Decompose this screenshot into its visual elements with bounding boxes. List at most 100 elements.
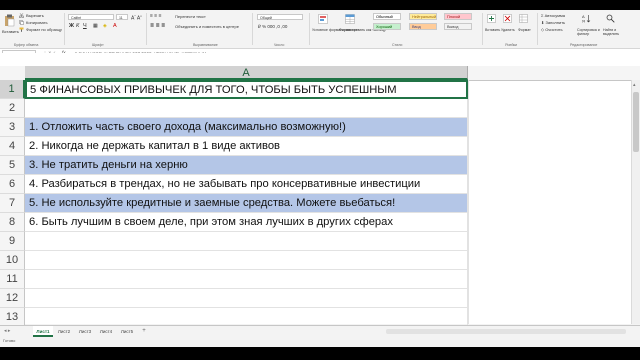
tab-sheet-3[interactable]: Лист3 (75, 326, 95, 337)
delete-cells-icon[interactable] (503, 14, 512, 23)
style-input[interactable]: Ввод (409, 23, 437, 30)
row-header[interactable]: 3 (0, 118, 25, 137)
table-cell[interactable] (25, 99, 468, 118)
borders-icon[interactable]: ▦ (93, 24, 98, 29)
row-header[interactable]: 1 (0, 80, 25, 99)
autosum-label: Автосумма (544, 13, 565, 18)
row-header[interactable]: 11 (0, 270, 25, 289)
row-header[interactable]: 7 (0, 194, 25, 213)
bold-icon[interactable]: Ж (69, 23, 74, 29)
format-painter-button[interactable]: Формат по образцу (26, 27, 62, 32)
table-cell[interactable]: 2. Никогда не держать капитал в 1 виде а… (25, 137, 468, 156)
sort-filter-icon[interactable]: AЯ (582, 14, 591, 23)
group-separator (64, 13, 65, 45)
format-as-table-icon[interactable] (345, 14, 355, 24)
font-name-combo[interactable]: Calibri (68, 14, 114, 20)
format-cells-icon[interactable] (519, 14, 528, 23)
fill-label: Заполнить (545, 20, 566, 25)
table-cell[interactable]: 1. Отложить часть своего дохода (максима… (25, 118, 468, 137)
number-format-combo[interactable]: Общий (257, 14, 303, 20)
vertical-scroll-thumb[interactable] (633, 92, 639, 152)
group-styles-label: Стили (392, 43, 403, 47)
group-editing-label: Редактирование (570, 43, 598, 47)
sort-filter-button[interactable]: Сортировка и фильтр (577, 28, 601, 36)
number-format-icons[interactable]: ₽ % 000 ,0 ,00 (258, 24, 287, 29)
ribbon: Вставить Вырезать Копировать Формат по о… (0, 10, 640, 49)
font-color-icon[interactable]: A (113, 23, 117, 29)
align-top-icon[interactable]: ≡ ≡ ≡ (150, 14, 162, 19)
align-left-icon[interactable]: ≣ ≣ ≣ (150, 24, 165, 29)
style-good[interactable]: Хороший (373, 23, 401, 30)
conditional-format-icon[interactable] (318, 14, 328, 24)
italic-icon[interactable]: К (76, 23, 79, 29)
tab-sheet-2[interactable]: Лист2 (54, 326, 74, 337)
format-cells-button[interactable]: Формат (518, 28, 531, 33)
group-cells-label: Ячейки (505, 43, 518, 47)
fill-color-icon[interactable]: ◈ (103, 24, 107, 29)
style-neutral[interactable]: Нейтральный (409, 13, 437, 20)
copy-icon[interactable] (19, 20, 24, 25)
row-header[interactable]: 12 (0, 289, 25, 308)
style-output[interactable]: Вывод (444, 23, 472, 30)
column-divider (468, 80, 469, 324)
style-normal[interactable]: Обычный (373, 13, 401, 20)
tab-sheet-5[interactable]: Лист5 (117, 326, 137, 337)
group-separator (482, 13, 483, 45)
table-cell[interactable] (25, 289, 468, 308)
table-cell[interactable] (25, 270, 468, 289)
format-painter-icon[interactable] (19, 27, 24, 32)
fill-button[interactable]: ⬇ Заполнить (541, 20, 565, 25)
insert-cells-icon[interactable] (487, 14, 496, 23)
paste-icon[interactable] (4, 14, 15, 27)
merge-center-button[interactable]: Объединить и поместить в центре (175, 24, 239, 29)
table-cell[interactable] (25, 251, 468, 270)
table-cell[interactable] (25, 232, 468, 251)
scroll-up-icon[interactable]: ▴ (633, 82, 639, 88)
delete-cells-button[interactable]: Удалить (501, 28, 515, 33)
table-cell[interactable]: 6. Быть лучшим в своем деле, при этом зн… (25, 213, 468, 232)
table-cell[interactable]: 4. Разбираться в трендах, но не забывать… (25, 175, 468, 194)
font-size-combo[interactable]: 11 (116, 14, 128, 20)
status-bar: Готово (0, 337, 640, 347)
clear-button[interactable]: ◇ Очистить (541, 27, 563, 32)
cut-icon[interactable] (19, 13, 24, 18)
row-header[interactable]: 2 (0, 99, 25, 118)
tab-sheet-1[interactable]: Лист1 (33, 326, 53, 337)
autosum-button[interactable]: Σ Автосумма (541, 13, 565, 18)
group-separator (309, 13, 310, 45)
row-header[interactable]: 5 (0, 156, 25, 175)
cut-button[interactable]: Вырезать (26, 13, 44, 18)
insert-cells-button[interactable]: Вставить (485, 28, 500, 33)
vertical-scrollbar[interactable]: ▴ (631, 80, 640, 324)
group-number-label: Число (274, 43, 285, 47)
cell-a1-selected[interactable]: 5 ФИНАНСОВЫХ ПРИВЫЧЕК ДЛЯ ТОГО, ЧТОБЫ БЫ… (25, 80, 468, 99)
row-header[interactable]: 4 (0, 137, 25, 156)
table-cell[interactable]: 3. Не тратить деньги на херню (25, 156, 468, 175)
row-header[interactable]: 6 (0, 175, 25, 194)
group-alignment-label: Выравнивание (193, 43, 218, 47)
table-cell[interactable]: 5. Не используйте кредитные и заемные ср… (25, 194, 468, 213)
row-header[interactable]: 8 (0, 213, 25, 232)
find-select-button[interactable]: Найти и выделить (603, 28, 625, 36)
add-sheet-button[interactable]: + (139, 326, 149, 337)
paste-button[interactable]: Вставить (2, 29, 19, 34)
clear-label: Очистить (545, 27, 563, 32)
row-header[interactable]: 9 (0, 232, 25, 251)
tab-nav-icons[interactable]: ◂ ▸ (4, 329, 10, 334)
copy-button[interactable]: Копировать (26, 20, 48, 25)
group-separator (537, 13, 538, 45)
wrap-text-button[interactable]: Перенести текст (175, 14, 206, 19)
underline-icon[interactable]: Ч (83, 23, 87, 29)
group-clipboard-label: Буфер обмена (14, 43, 39, 47)
horizontal-scrollbar[interactable] (386, 329, 626, 334)
column-header-a[interactable]: A (25, 66, 468, 80)
style-bad[interactable]: Плохой (444, 13, 472, 20)
group-separator (252, 13, 253, 45)
group-separator (146, 13, 147, 45)
find-select-icon[interactable] (606, 14, 615, 23)
group-font-label: Шрифт (92, 43, 104, 47)
font-grow-icon[interactable]: A^ Av (131, 14, 142, 22)
tab-sheet-4[interactable]: Лист4 (96, 326, 116, 337)
svg-text:Я: Я (582, 19, 585, 24)
row-header[interactable]: 10 (0, 251, 25, 270)
